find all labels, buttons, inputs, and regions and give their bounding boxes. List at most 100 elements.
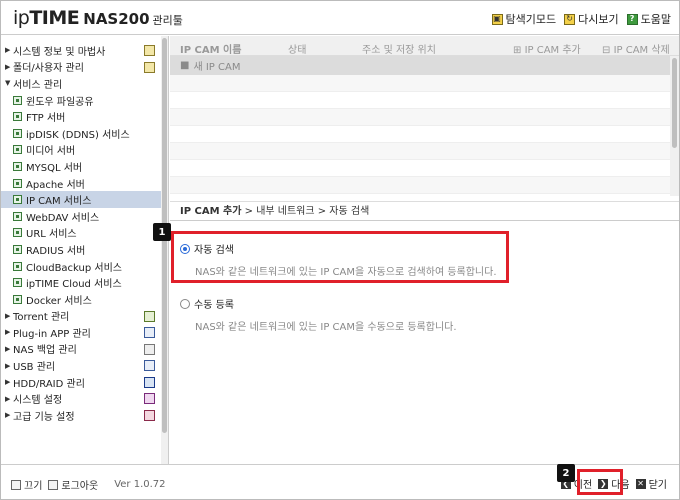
footer-left: 끄기 로그아웃 Ver 1.0.72 <box>11 477 166 492</box>
logo-suffix: 관리툴 <box>152 14 183 27</box>
menu-usb[interactable]: ▶ USB 관리 <box>1 357 161 374</box>
list-scrollbar[interactable] <box>670 56 679 196</box>
menu-url[interactable]: URL 서비스 <box>1 225 161 242</box>
menu-ipcam[interactable]: IP CAM 서비스 <box>1 191 161 208</box>
menu-label: 서비스 관리 <box>13 79 63 91</box>
menu-label: ipDISK (DDNS) 서비스 <box>26 129 130 141</box>
menu-apache[interactable]: Apache 서버 <box>1 175 161 192</box>
menu-docker[interactable]: Docker 서비스 <box>1 291 161 308</box>
logout-icon <box>48 479 59 490</box>
backup-icon <box>144 343 155 355</box>
ipcam-list-header: IP CAM 이름 상태 주소 및 저장 위치 ⊞ IP CAM 추가 ⊟ IP… <box>170 36 679 56</box>
menu-service[interactable]: ▼ 서비스 관리 <box>1 75 161 92</box>
menu-label: URL 서비스 <box>26 229 77 241</box>
breadcrumb: IP CAM 추가 > 내부 네트워크 > 자동 검색 <box>180 202 369 217</box>
menu-label: ipTIME Cloud 서비스 <box>26 279 122 291</box>
close-button[interactable]: ✕ 닫기 <box>635 476 667 491</box>
menu-label: NAS 백업 관리 <box>13 345 77 357</box>
version-text: Ver 1.0.72 <box>114 479 166 490</box>
folder-icon <box>144 61 155 73</box>
menu-webdav[interactable]: WebDAV 서비스 <box>1 208 161 225</box>
sidebar-scrollbar[interactable] <box>161 36 168 464</box>
callout-box-2 <box>577 469 623 495</box>
manual-register-label: 수동 등록 <box>194 300 234 311</box>
menu-label: IP CAM 서비스 <box>26 196 92 208</box>
torrent-icon <box>144 310 155 322</box>
usb-icon <box>144 360 155 372</box>
menu-nas-backup[interactable]: ▶ NAS 백업 관리 <box>1 341 161 358</box>
service-node-icon <box>13 161 22 171</box>
manual-register-option[interactable]: 수동 등록 NAS와 같은 네트워크에 있는 IP CAM을 수동으로 등록합니… <box>180 296 457 333</box>
breadcrumb-current: IP CAM 추가 <box>180 206 242 217</box>
menu-tree: ▶ 시스템 정보 및 마법사 ▶ 폴더/사용자 관리 ▼ 서비스 관리 윈도우 파일공… <box>1 42 161 424</box>
menu-folder-user[interactable]: ▶ 폴더/사용자 관리 <box>1 59 161 76</box>
list-scroll-thumb[interactable] <box>672 58 677 148</box>
menu-ftp[interactable]: FTP 서버 <box>1 108 161 125</box>
menu-torrent[interactable]: ▶ Torrent 관리 <box>1 308 161 325</box>
menu-windows-share[interactable]: 윈도우 파일공유 <box>1 92 161 109</box>
plugin-icon <box>144 327 155 339</box>
expand-arrow-icon: ▶ <box>5 62 11 71</box>
menu-label: RADIUS 서버 <box>26 245 86 257</box>
menu-system-info[interactable]: ▶ 시스템 정보 및 마법사 <box>1 42 161 59</box>
list-item <box>170 75 670 92</box>
help-icon: ? <box>626 13 638 25</box>
refresh-label: 다시보기 <box>578 13 619 26</box>
menu-media[interactable]: 미디어 서버 <box>1 142 161 159</box>
menu-label: WebDAV 서비스 <box>26 212 100 224</box>
menu-hdd-raid[interactable]: ▶ HDD/RAID 관리 <box>1 374 161 391</box>
iptime-logo: ip TIME NAS200 관리툴 <box>13 7 183 29</box>
service-node-icon <box>13 178 22 188</box>
hdd-icon <box>144 376 155 388</box>
menu-label: 윈도우 파일공유 <box>26 96 94 108</box>
breadcrumb-path: > 내부 네트워크 > 자동 검색 <box>241 206 370 217</box>
expand-arrow-icon: ▶ <box>5 46 11 55</box>
expand-arrow-icon: ▶ <box>5 311 11 320</box>
menu-label: 미디어 서버 <box>26 146 76 158</box>
manual-register-radio[interactable] <box>180 298 190 309</box>
service-node-icon <box>13 128 22 138</box>
menu-advanced[interactable]: ▶ 고급 기능 설정 <box>1 407 161 424</box>
menu-label: 시스템 설정 <box>13 395 63 407</box>
add-ipcam-button[interactable]: ⊞ IP CAM 추가 <box>513 41 581 56</box>
advanced-icon <box>144 410 155 422</box>
service-node-icon <box>13 294 22 304</box>
list-item <box>170 177 670 194</box>
logo-ip: ip <box>13 7 30 29</box>
column-address: 주소 및 저장 위치 <box>362 45 436 56</box>
service-node-icon <box>13 145 22 155</box>
power-off-button[interactable]: 끄기 <box>11 477 42 492</box>
top-links: ▣ 탐색기모드 ↻ 다시보기 ? 도움말 <box>491 11 671 27</box>
explorer-mode-link[interactable]: ▣ 탐색기모드 <box>491 11 556 27</box>
callout-badge-2: 2 <box>557 464 575 482</box>
menu-label: 폴더/사용자 관리 <box>13 63 84 75</box>
refresh-link[interactable]: ↻ 다시보기 <box>564 11 619 27</box>
menu-ipdisk[interactable]: ipDISK (DDNS) 서비스 <box>1 125 161 142</box>
logo-model: NAS200 <box>83 10 150 28</box>
sidebar: ▶ 시스템 정보 및 마법사 ▶ 폴더/사용자 관리 ▼ 서비스 관리 윈도우 파일공… <box>1 36 169 464</box>
logout-button[interactable]: 로그아웃 <box>48 477 98 492</box>
column-status: 상태 <box>288 45 307 56</box>
menu-mysql[interactable]: MYSQL 서버 <box>1 158 161 175</box>
menu-label: FTP 서버 <box>26 113 66 125</box>
service-node-icon <box>13 261 22 271</box>
list-item <box>170 160 670 177</box>
menu-iptime-cloud[interactable]: ipTIME Cloud 서비스 <box>1 274 161 291</box>
menu-plugin[interactable]: ▶ Plug-in APP 관리 <box>1 324 161 341</box>
new-ipcam-row[interactable]: ■ 새 IP CAM <box>170 56 670 75</box>
menu-system-settings[interactable]: ▶ 시스템 설정 <box>1 390 161 407</box>
menu-label: HDD/RAID 관리 <box>13 378 85 390</box>
menu-cloudbackup[interactable]: CloudBackup 서비스 <box>1 258 161 275</box>
callout-badge-1: 1 <box>153 223 171 241</box>
list-item <box>170 143 670 160</box>
delete-ipcam-button[interactable]: ⊟ IP CAM 삭제 <box>602 41 670 56</box>
help-link[interactable]: ? 도움말 <box>626 11 671 27</box>
menu-label: MYSQL 서버 <box>26 162 83 174</box>
collapse-arrow-icon: ▼ <box>5 79 11 88</box>
new-ipcam-label: 새 IP CAM <box>193 62 241 73</box>
close-icon: ✕ <box>635 478 646 489</box>
menu-label: Torrent 관리 <box>13 312 70 324</box>
menu-radius[interactable]: RADIUS 서버 <box>1 241 161 258</box>
help-label: 도움말 <box>640 13 671 26</box>
service-node-icon <box>13 228 22 238</box>
